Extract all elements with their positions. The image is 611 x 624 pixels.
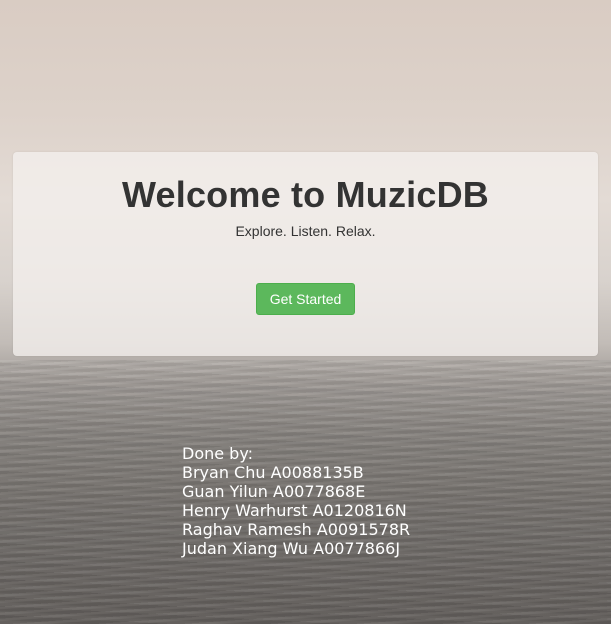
- page-title: Welcome to MuzicDB: [122, 174, 489, 215]
- get-started-button[interactable]: Get Started: [256, 283, 355, 315]
- credits-member: Guan Yilun A0077868E: [182, 482, 366, 501]
- welcome-panel: Welcome to MuzicDB Explore. Listen. Rela…: [13, 152, 598, 356]
- credits-member: Bryan Chu A0088135B: [182, 463, 364, 482]
- credits-block: Done by: Bryan Chu A0088135B Guan Yilun …: [182, 444, 410, 558]
- credits-heading: Done by:: [182, 444, 254, 463]
- tagline: Explore. Listen. Relax.: [235, 223, 376, 239]
- credits-member: Judan Xiang Wu A0077866J: [182, 539, 401, 558]
- credits-member: Henry Warhurst A0120816N: [182, 501, 407, 520]
- credits-member: Raghav Ramesh A0091578R: [182, 520, 411, 539]
